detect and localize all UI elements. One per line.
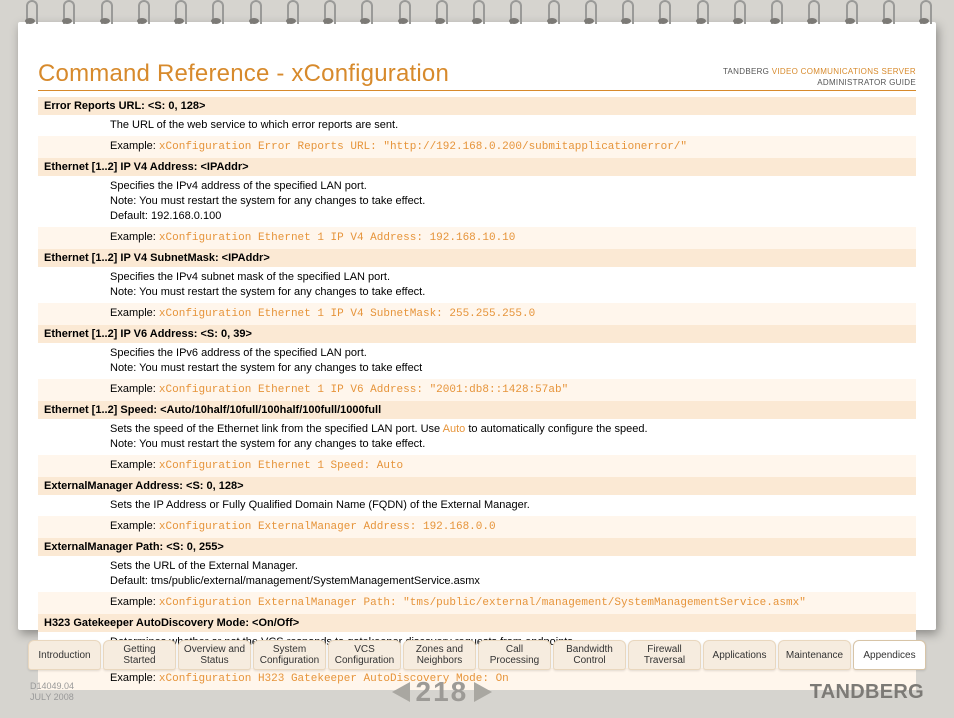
command-description: Specifies the IPv4 subnet mask of the sp… — [38, 267, 916, 303]
spiral-ring — [916, 0, 932, 28]
spiral-ring — [22, 0, 38, 28]
command-name: H323 Gatekeeper AutoDiscovery Mode: <On/… — [38, 614, 916, 632]
prev-page-icon[interactable] — [392, 682, 410, 702]
spiral-ring — [320, 0, 336, 28]
tab-appendices[interactable]: Appendices — [853, 640, 926, 670]
spiral-ring — [283, 0, 299, 28]
spiral-ring — [395, 0, 411, 28]
tab-applications[interactable]: Applications — [703, 640, 776, 670]
tab-getting-started[interactable]: GettingStarted — [103, 640, 176, 670]
tab-call-processing[interactable]: CallProcessing — [478, 640, 551, 670]
spiral-ring — [97, 0, 113, 28]
command-name: Ethernet [1..2] Speed: <Auto/10half/10fu… — [38, 401, 916, 419]
spiral-ring — [804, 0, 820, 28]
command-example: Example: xConfiguration Ethernet 1 IP V4… — [38, 227, 916, 249]
spiral-ring — [506, 0, 522, 28]
command-name: Error Reports URL: <S: 0, 128> — [38, 97, 916, 115]
page-navigator: 218 — [392, 676, 493, 708]
spiral-ring — [581, 0, 597, 28]
tab-overview-and-status[interactable]: Overview andStatus — [178, 640, 251, 670]
brand-logo: TANDBERG — [810, 681, 924, 704]
command-example: Example: xConfiguration Ethernet 1 Speed… — [38, 455, 916, 477]
document-page: Command Reference - xConfiguration TANDB… — [18, 22, 936, 630]
command-example: Example: xConfiguration ExternalManager … — [38, 516, 916, 538]
command-table: Error Reports URL: <S: 0, 128>The URL of… — [38, 97, 916, 690]
spiral-ring — [59, 0, 75, 28]
spiral-ring — [357, 0, 373, 28]
page-title: Command Reference - xConfiguration — [38, 60, 449, 88]
tab-vcs-configuration[interactable]: VCSConfiguration — [328, 640, 401, 670]
command-example: Example: xConfiguration Ethernet 1 IP V4… — [38, 303, 916, 325]
spiral-ring — [544, 0, 560, 28]
command-description: Sets the IP Address or Fully Qualified D… — [38, 495, 916, 516]
spiral-ring — [171, 0, 187, 28]
document-id: D14049.04JULY 2008 — [30, 681, 74, 703]
spiral-ring — [432, 0, 448, 28]
tab-zones-and-neighbors[interactable]: Zones andNeighbors — [403, 640, 476, 670]
command-description: Specifies the IPv4 address of the specif… — [38, 176, 916, 227]
spiral-ring — [842, 0, 858, 28]
tab-bandwidth-control[interactable]: BandwidthControl — [553, 640, 626, 670]
spiral-ring — [693, 0, 709, 28]
spiral-ring — [655, 0, 671, 28]
command-name: Ethernet [1..2] IP V4 Address: <IPAddr> — [38, 158, 916, 176]
spiral-ring — [246, 0, 262, 28]
spiral-ring — [879, 0, 895, 28]
command-description: Sets the URL of the External Manager.Def… — [38, 556, 916, 592]
command-description: The URL of the web service to which erro… — [38, 115, 916, 136]
command-example: Example: xConfiguration Ethernet 1 IP V6… — [38, 379, 916, 401]
command-description: Specifies the IPv6 address of the specif… — [38, 343, 916, 379]
spiral-ring — [618, 0, 634, 28]
tab-introduction[interactable]: Introduction — [28, 640, 101, 670]
command-example: Example: xConfiguration ExternalManager … — [38, 592, 916, 614]
spiral-ring — [469, 0, 485, 28]
command-name: Ethernet [1..2] IP V6 Address: <S: 0, 39… — [38, 325, 916, 343]
command-name: ExternalManager Path: <S: 0, 255> — [38, 538, 916, 556]
spiral-ring — [208, 0, 224, 28]
page-number: 218 — [416, 676, 469, 708]
command-description: Sets the speed of the Ethernet link from… — [38, 419, 916, 455]
spiral-ring — [134, 0, 150, 28]
spiral-ring — [767, 0, 783, 28]
tab-firewall-traversal[interactable]: FirewallTraversal — [628, 640, 701, 670]
spiral-ring — [730, 0, 746, 28]
command-name: ExternalManager Address: <S: 0, 128> — [38, 477, 916, 495]
tab-system-configuration[interactable]: SystemConfiguration — [253, 640, 326, 670]
next-page-icon[interactable] — [474, 682, 492, 702]
tab-bar: IntroductionGettingStartedOverview andSt… — [28, 640, 926, 670]
brand-block: TANDBERG VIDEO COMMUNICATIONS SERVER ADM… — [723, 66, 916, 88]
command-name: Ethernet [1..2] IP V4 SubnetMask: <IPAdd… — [38, 249, 916, 267]
tab-maintenance[interactable]: Maintenance — [778, 640, 851, 670]
command-example: Example: xConfiguration Error Reports UR… — [38, 136, 916, 158]
